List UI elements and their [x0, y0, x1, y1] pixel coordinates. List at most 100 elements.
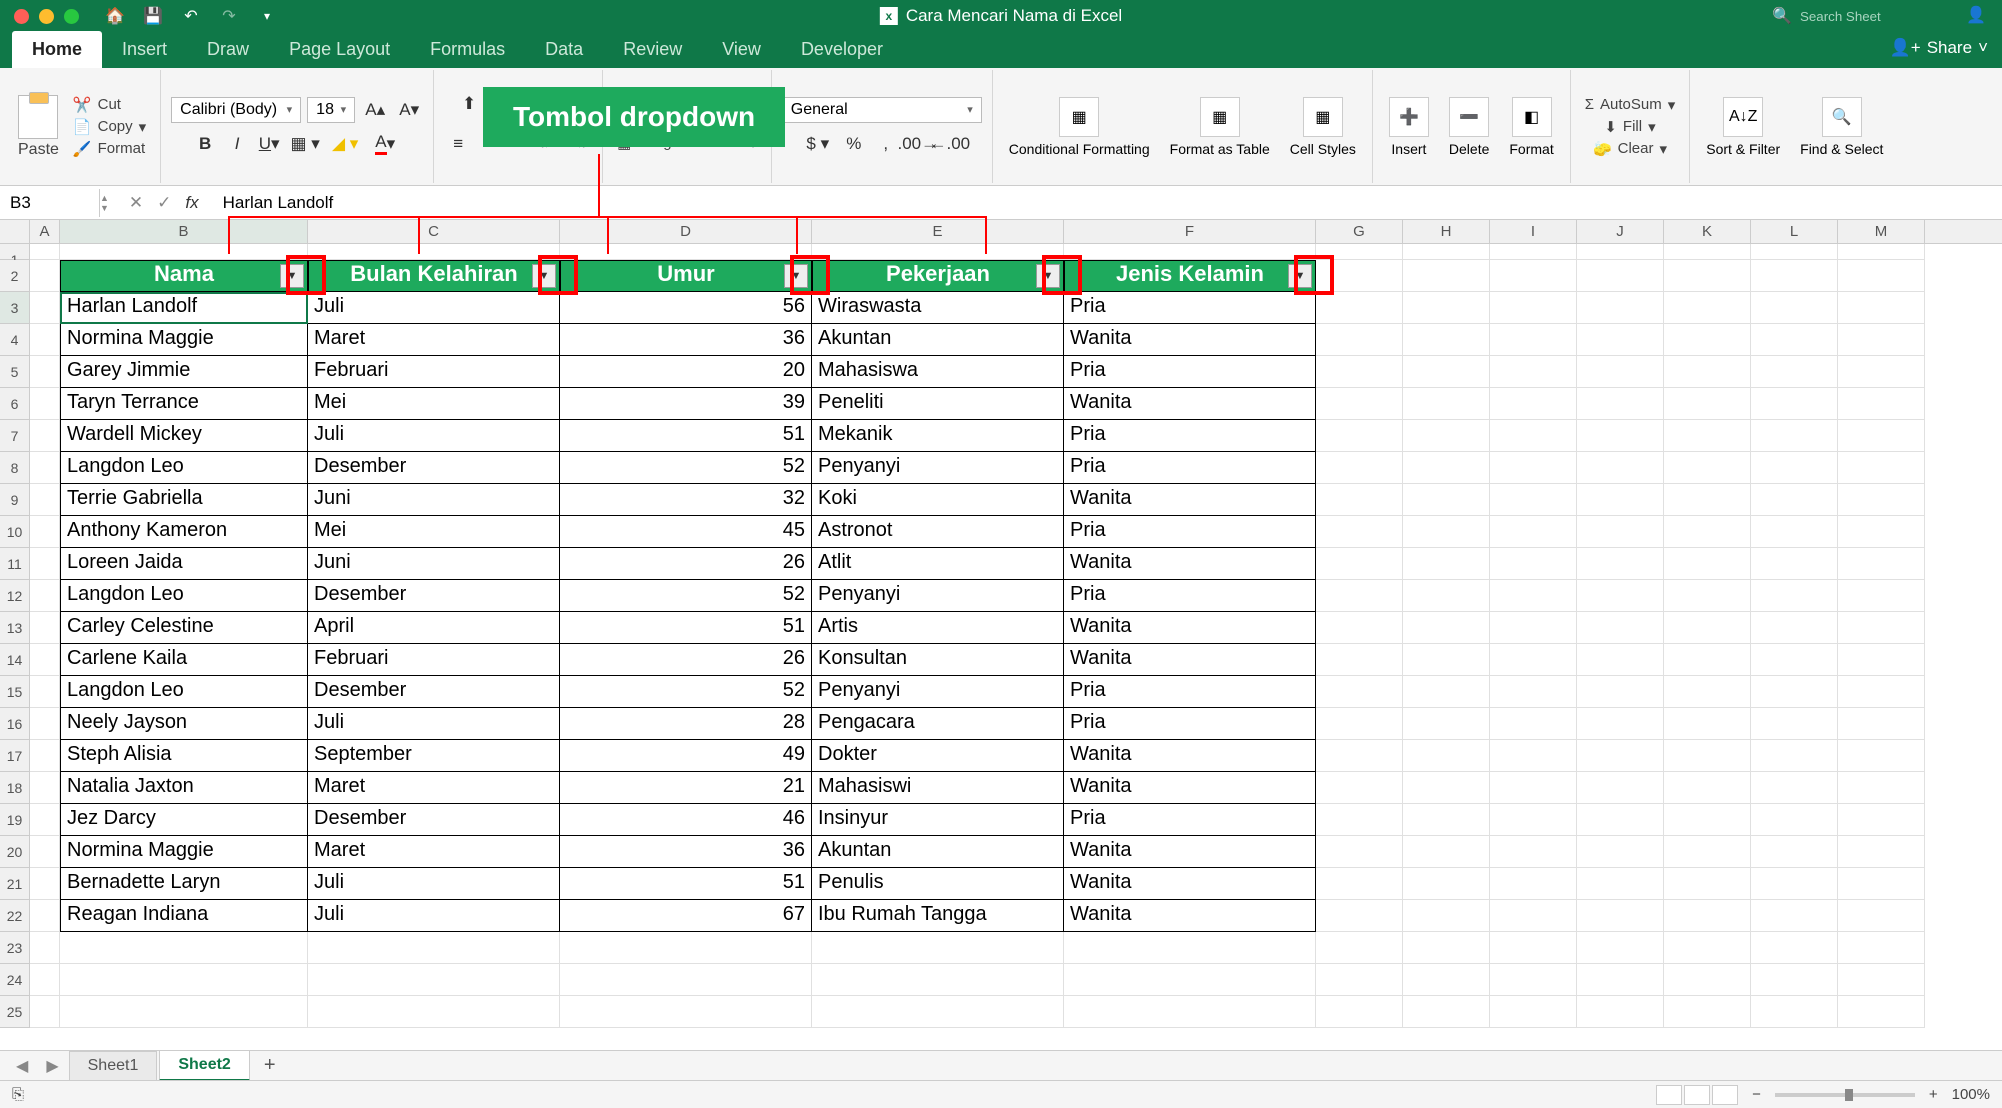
format-painter-button[interactable]: 🖌️Format — [69, 138, 150, 160]
cell-pekerjaan[interactable]: Penyanyi — [812, 580, 1064, 612]
fill-button[interactable]: ⬇Fill ▾ — [1600, 116, 1659, 138]
cell-nama[interactable]: Carley Celestine — [60, 612, 308, 644]
row-header[interactable]: 1 — [0, 244, 30, 260]
font-size-combo[interactable]: 18▾ — [307, 97, 355, 123]
sort-filter-button[interactable]: A↓ZSort & Filter — [1700, 93, 1786, 161]
cell-umur[interactable]: 21 — [560, 772, 812, 804]
share-button[interactable]: 👤+ Share ˅ — [1890, 38, 1988, 58]
col-A[interactable]: A — [30, 220, 60, 243]
col-F[interactable]: F — [1064, 220, 1316, 243]
comma-button[interactable]: , — [872, 131, 900, 157]
cell-jenis[interactable]: Wanita — [1064, 900, 1316, 932]
cell-nama[interactable]: Garey Jimmie — [60, 356, 308, 388]
cell-bulan[interactable]: Februari — [308, 644, 560, 676]
find-select-button[interactable]: 🔍Find & Select — [1794, 93, 1889, 161]
row-header[interactable]: 7 — [0, 420, 30, 452]
cell-jenis[interactable]: Pria — [1064, 292, 1316, 324]
cell-styles-button[interactable]: ▦Cell Styles — [1284, 93, 1362, 161]
cell-pekerjaan[interactable]: Pengacara — [812, 708, 1064, 740]
save-icon[interactable]: 💾 — [143, 6, 163, 26]
select-all-corner[interactable] — [0, 220, 30, 243]
cell-nama[interactable]: Harlan Landolf — [60, 292, 308, 324]
cell-pekerjaan[interactable]: Insinyur — [812, 804, 1064, 836]
cell-umur[interactable]: 20 — [560, 356, 812, 388]
cell-pekerjaan[interactable]: Koki — [812, 484, 1064, 516]
cell-bulan[interactable]: Juli — [308, 868, 560, 900]
undo-icon[interactable]: ↶ — [181, 6, 201, 26]
cell-jenis[interactable]: Wanita — [1064, 548, 1316, 580]
row-header[interactable]: 19 — [0, 804, 30, 836]
cell-umur[interactable]: 49 — [560, 740, 812, 772]
row-header[interactable]: 5 — [0, 356, 30, 388]
cell-jenis[interactable]: Pria — [1064, 708, 1316, 740]
cell-bulan[interactable]: Juni — [308, 484, 560, 516]
row-header[interactable]: 11 — [0, 548, 30, 580]
cell-jenis[interactable]: Pria — [1064, 516, 1316, 548]
cell-umur[interactable]: 36 — [560, 324, 812, 356]
redo-icon[interactable]: ↷ — [219, 6, 239, 26]
borders-button[interactable]: ▦ ▾ — [287, 131, 323, 157]
row-header[interactable]: 9 — [0, 484, 30, 516]
cell-umur[interactable]: 39 — [560, 388, 812, 420]
delete-cells-button[interactable]: ➖Delete — [1443, 93, 1495, 161]
cell-umur[interactable]: 26 — [560, 548, 812, 580]
cell-jenis[interactable]: Wanita — [1064, 836, 1316, 868]
cell-bulan[interactable]: Maret — [308, 772, 560, 804]
cell-umur[interactable]: 46 — [560, 804, 812, 836]
col-H[interactable]: H — [1403, 220, 1490, 243]
cell-jenis[interactable]: Pria — [1064, 580, 1316, 612]
cell-bulan[interactable]: Maret — [308, 324, 560, 356]
search-input[interactable] — [1800, 9, 1950, 24]
cell-jenis[interactable]: Pria — [1064, 420, 1316, 452]
tab-home[interactable]: Home — [12, 31, 102, 68]
row-header[interactable]: 21 — [0, 868, 30, 900]
cell-umur[interactable]: 52 — [560, 452, 812, 484]
cell-pekerjaan[interactable]: Mahasiswi — [812, 772, 1064, 804]
cell-umur[interactable]: 51 — [560, 420, 812, 452]
cell-nama[interactable]: Bernadette Laryn — [60, 868, 308, 900]
cell-pekerjaan[interactable]: Akuntan — [812, 324, 1064, 356]
font-name-combo[interactable]: Calibri (Body)▾ — [171, 97, 301, 123]
row-header[interactable]: 2 — [0, 260, 30, 292]
cell-jenis[interactable]: Wanita — [1064, 868, 1316, 900]
row-header[interactable]: 18 — [0, 772, 30, 804]
cell-bulan[interactable]: Juni — [308, 548, 560, 580]
filter-dropdown-icon[interactable]: ▼ — [1036, 264, 1060, 288]
increase-font-button[interactable]: A▴ — [361, 97, 389, 123]
cell-umur[interactable]: 67 — [560, 900, 812, 932]
cell-nama[interactable]: Terrie Gabriella — [60, 484, 308, 516]
cell-nama[interactable]: Wardell Mickey — [60, 420, 308, 452]
cell-bulan[interactable]: Februari — [308, 356, 560, 388]
cell-bulan[interactable]: Desember — [308, 804, 560, 836]
clear-button[interactable]: 🧽Clear ▾ — [1589, 138, 1671, 160]
cell-pekerjaan[interactable]: Peneliti — [812, 388, 1064, 420]
decrease-font-button[interactable]: A▾ — [395, 97, 423, 123]
tab-formulas[interactable]: Formulas — [410, 31, 525, 68]
add-sheet-button[interactable]: + — [252, 1050, 288, 1081]
cell-umur[interactable]: 26 — [560, 644, 812, 676]
cell-pekerjaan[interactable]: Wiraswasta — [812, 292, 1064, 324]
cell-nama[interactable]: Normina Maggie — [60, 836, 308, 868]
col-E[interactable]: E — [812, 220, 1064, 243]
cell-bulan[interactable]: April — [308, 612, 560, 644]
name-box[interactable]: B3 — [0, 189, 100, 217]
filter-dropdown-icon[interactable]: ▼ — [784, 264, 808, 288]
number-format-combo[interactable]: General▾ — [782, 97, 982, 123]
cell-bulan[interactable]: Juli — [308, 292, 560, 324]
cell-nama[interactable]: Steph Alisia — [60, 740, 308, 772]
view-page-layout-button[interactable] — [1684, 1085, 1710, 1105]
cut-button[interactable]: ✂️Cut — [69, 94, 150, 116]
filter-dropdown-icon[interactable]: ▼ — [280, 264, 304, 288]
cell-pekerjaan[interactable]: Penulis — [812, 868, 1064, 900]
cell-pekerjaan[interactable]: Konsultan — [812, 644, 1064, 676]
italic-button[interactable]: I — [223, 131, 251, 157]
underline-button[interactable]: U ▾ — [255, 131, 283, 157]
col-G[interactable]: G — [1316, 220, 1403, 243]
cell-jenis[interactable]: Wanita — [1064, 324, 1316, 356]
sheet-tab-2[interactable]: Sheet2 — [159, 1050, 249, 1081]
autosum-button[interactable]: ΣAutoSum ▾ — [1581, 94, 1680, 116]
col-I[interactable]: I — [1490, 220, 1577, 243]
formula-content[interactable]: Harlan Landolf — [213, 193, 334, 213]
cell-nama[interactable]: Langdon Leo — [60, 676, 308, 708]
cell-nama[interactable]: Jez Darcy — [60, 804, 308, 836]
